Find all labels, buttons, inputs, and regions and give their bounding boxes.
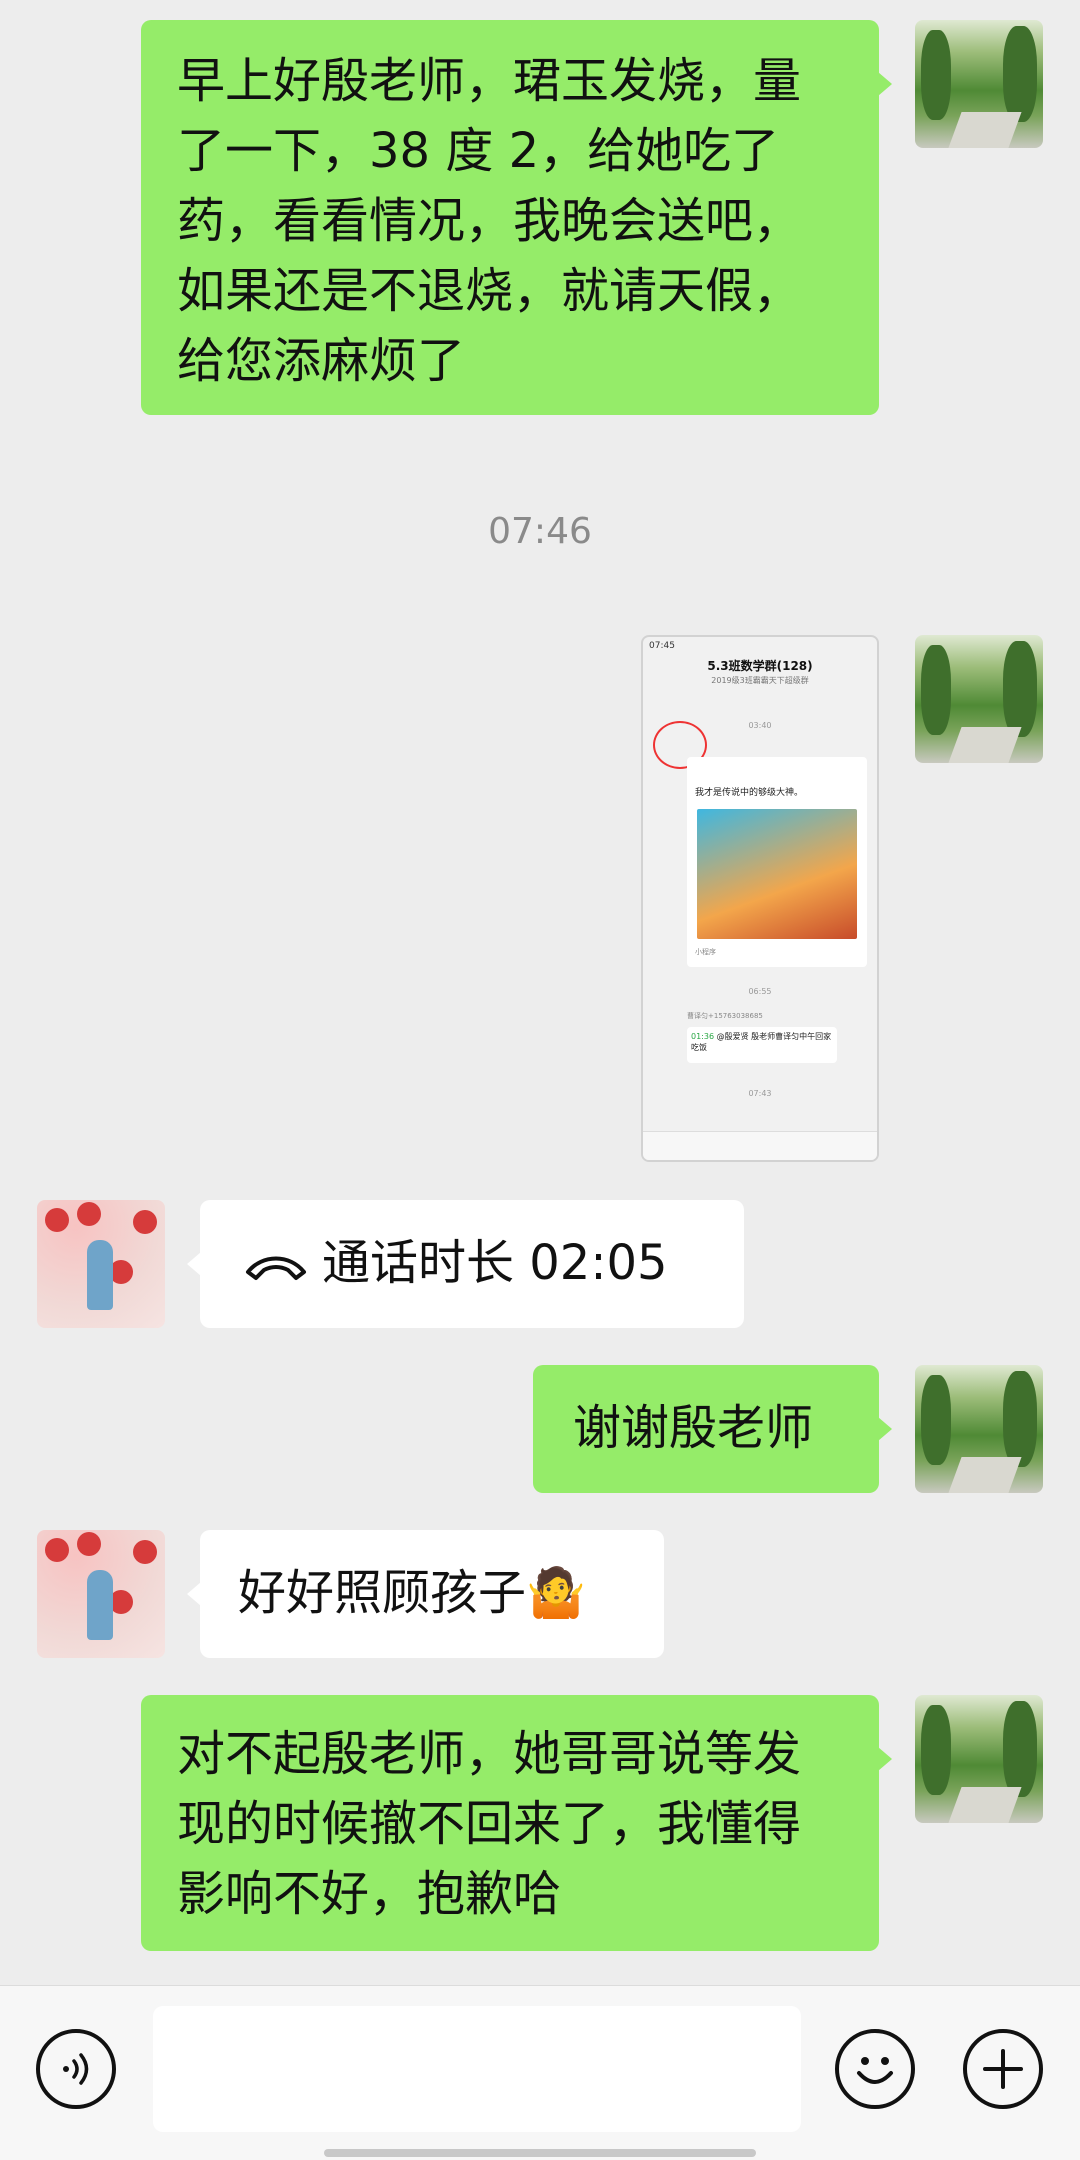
- screenshot-time: 06:55: [748, 987, 772, 996]
- screenshot-call-duration: 01:36: [691, 1032, 715, 1041]
- phone-hangup-icon: [246, 1256, 306, 1280]
- screenshot-group-title: 5.3班数学群(128): [707, 659, 813, 673]
- message-input[interactable]: [153, 2006, 801, 2132]
- image-message-screenshot[interactable]: 07:45 5.3班数学群(128) 2019级3班霸霸天下超级群 03:40 …: [641, 635, 879, 1162]
- message-text: 好好照顾孩子: [238, 1565, 527, 1621]
- message-text: 对不起殷老师，她哥哥说等发现的时候撤不回来了，我懂得影响不好，抱歉哈: [177, 1726, 802, 1922]
- teacher-avatar[interactable]: [37, 1530, 165, 1658]
- bubble-tail: [878, 1417, 892, 1441]
- bubble-tail: [878, 1747, 892, 1771]
- screenshot-input-bar: [643, 1131, 877, 1160]
- home-indicator: [324, 2149, 756, 2157]
- teacher-avatar[interactable]: [37, 1200, 165, 1328]
- voice-icon[interactable]: [36, 2029, 116, 2109]
- shrug-emoji: 🤷: [526, 1565, 586, 1621]
- self-avatar[interactable]: [915, 1695, 1043, 1823]
- message-text: 早上好殷老师，珺玉发烧，量了一下，38 度 2，给她吃了药，看看情况，我晚会送吧…: [177, 53, 802, 389]
- game-image: [697, 809, 857, 939]
- self-avatar[interactable]: [915, 20, 1043, 148]
- screenshot-call-sender: 曹译匀+15763038685: [687, 1012, 763, 1020]
- bubble-tail: [187, 1252, 201, 1276]
- message-text: 谢谢殷老师: [573, 1400, 814, 1456]
- message-bubble[interactable]: 对不起殷老师，她哥哥说等发现的时候撤不回来了，我懂得影响不好，抱歉哈: [141, 1695, 879, 1951]
- message-bubble[interactable]: 谢谢殷老师: [533, 1365, 879, 1493]
- mini-program-label: 小程序: [695, 948, 716, 956]
- plus-icon[interactable]: [963, 2029, 1043, 2109]
- self-avatar[interactable]: [915, 1365, 1043, 1493]
- timestamp: 07:46: [488, 511, 592, 552]
- chat-input-toolbar: [0, 1985, 1080, 2160]
- screenshot-card-text: 我才是传说中的够级大神。: [695, 788, 804, 798]
- screenshot-status-time: 07:45: [649, 641, 675, 651]
- call-duration-text: 通话时长 02:05: [322, 1235, 668, 1291]
- screenshot-time: 07:43: [748, 1089, 772, 1098]
- screenshot-call-bubble: 01:36 @殷爱贤 殷老师曹译匀中午回家吃饭: [687, 1027, 837, 1063]
- call-message-bubble[interactable]: 通话时长 02:05: [200, 1200, 744, 1328]
- bubble-tail: [187, 1582, 201, 1606]
- self-avatar[interactable]: [915, 635, 1043, 763]
- message-bubble[interactable]: 早上好殷老师，珺玉发烧，量了一下，38 度 2，给她吃了药，看看情况，我晚会送吧…: [141, 20, 879, 415]
- emoji-icon[interactable]: [835, 2029, 915, 2109]
- bubble-tail: [878, 72, 892, 96]
- screenshot-group-subtitle: 2019级3班霸霸天下超级群: [711, 676, 809, 685]
- message-bubble[interactable]: 好好照顾孩子🤷: [200, 1530, 664, 1658]
- screenshot-mini-program-card: 我才是传说中的够级大神。 小程序: [687, 757, 867, 967]
